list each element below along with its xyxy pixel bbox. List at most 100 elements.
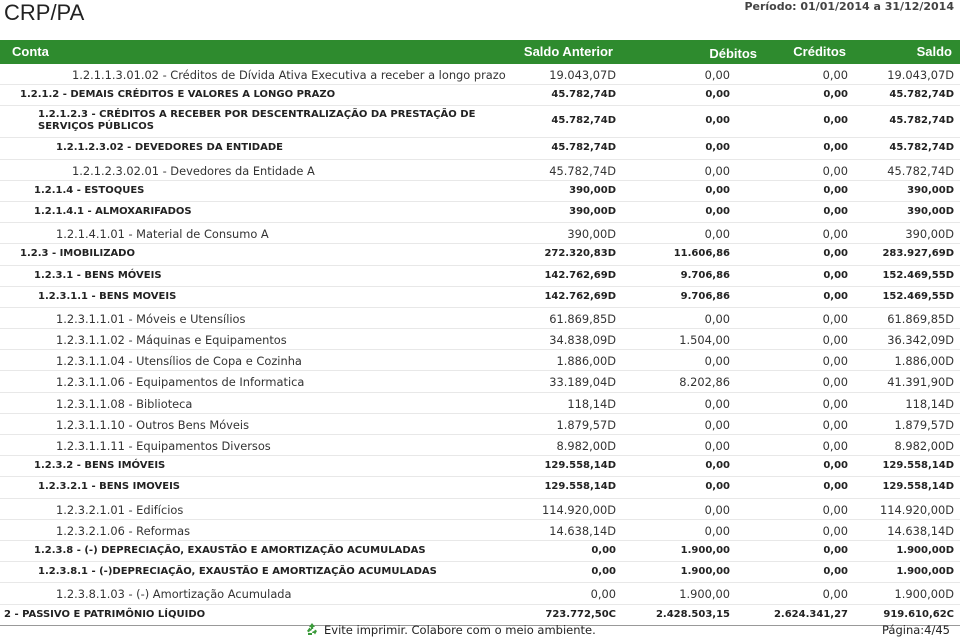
row-saldo: 1.886,00D <box>894 354 955 369</box>
row-saldo-anterior: 129.558,14D <box>544 481 616 493</box>
row-saldo-anterior: 34.838,09D <box>549 333 616 348</box>
header-debitos: Débitos <box>709 46 757 61</box>
row-account: 1.2.3.8.1 - (-)DEPRECIAÇÃO, EXAUSTÃO E A… <box>38 566 437 578</box>
row-saldo-anterior: 1.886,00D <box>556 354 617 369</box>
table-row: 1.2.1.2.3.02 - DEVEDORES DA ENTIDADE 45.7… <box>0 138 960 160</box>
row-debitos: 11.606,86 <box>673 248 730 260</box>
row-saldo: 390,00D <box>907 205 954 217</box>
table-row: 1.2.3.1.1 - BENS MOVEIS 142.762,69D 9.706,… <box>0 287 960 308</box>
row-saldo: 45.782,74D <box>889 89 954 101</box>
row-saldo: 390,00D <box>905 227 954 242</box>
table-row: 1.2.3.1 - BENS MÓVEIS 142.762,69D 9.706,86… <box>0 266 960 287</box>
table-row: 1.2.1.1.3.01.02 - Créditos de Dívida Ati… <box>0 64 960 86</box>
row-debitos: 2.428.503,15 <box>655 608 730 620</box>
row-saldo-anterior: 390,00D <box>569 184 616 196</box>
row-saldo: 45.782,74D <box>887 163 954 178</box>
row-creditos: 0,00 <box>822 439 848 453</box>
row-debitos: 0,00 <box>705 205 730 217</box>
row-saldo-anterior: 118,14D <box>567 396 616 411</box>
table-row: 1.2.3.8.1 - (-)DEPRECIAÇÃO, EXAUSTÃO E A… <box>0 562 960 584</box>
row-saldo: 45.782,74D <box>889 115 954 127</box>
row-creditos: 0,00 <box>823 269 848 281</box>
row-saldo-anterior: 390,00D <box>569 205 616 217</box>
row-saldo-anterior: 129.558,14D <box>544 460 616 472</box>
row-saldo: 129.558,14D <box>882 460 954 472</box>
row-saldo-anterior: 142.762,69D <box>544 269 616 281</box>
row-account: 1.2.3.8 - (-) DEPRECIAÇÃO, EXAUSTÃO E AM… <box>34 544 426 556</box>
row-saldo: 283.927,69D <box>882 248 954 260</box>
row-debitos: 0,00 <box>704 311 730 326</box>
row-saldo: 8.982,00D <box>894 439 955 453</box>
row-saldo: 919.610,62C <box>883 608 954 620</box>
row-creditos: 0,00 <box>823 248 848 260</box>
row-saldo: 45.782,74D <box>889 142 954 154</box>
row-debitos: 8.202,86 <box>679 375 730 390</box>
row-saldo-anterior: 14.638,14D <box>549 523 616 538</box>
table-row: 1.2.3.1.1.01 - Móveis e Utensílios 61.869… <box>0 308 960 330</box>
row-creditos: 0,00 <box>823 566 848 578</box>
row-account: 1.2.1.2.3.02 - DEVEDORES DA ENTIDADE <box>56 142 283 154</box>
row-debitos: 0,00 <box>704 68 730 82</box>
row-account: 1.2.1.2.3.02.01 - Devedores da Entidade … <box>72 163 315 178</box>
row-creditos: 0,00 <box>822 417 848 432</box>
table-header: Conta Saldo Anterior Débitos Créditos Sa… <box>0 40 960 64</box>
table-body: 1.2.1.1.3.01.02 - Créditos de Dívida Ati… <box>0 64 960 626</box>
row-saldo-anterior: 45.782,74D <box>549 163 616 178</box>
table-row: 1.2.3.2.1.01 - Edifícios 114.920,00D 0,00 0… <box>0 499 960 520</box>
row-debitos: 0,00 <box>704 417 730 432</box>
row-debitos: 1.504,00 <box>679 333 730 348</box>
row-saldo-anterior: 1.879,57D <box>556 417 617 432</box>
row-saldo: 1.900,00D <box>896 544 954 556</box>
row-saldo: 1.900,00D <box>894 587 955 602</box>
row-account: 1.2.1.4.1 - ALMOXARIFADOS <box>34 205 192 217</box>
table-row: 1.2.1.2 - DEMAIS CRÉDITOS E VALORES A LO… <box>0 85 960 107</box>
row-debitos: 0,00 <box>705 142 730 154</box>
table-row: 1.2.3.1.1.02 - Máquinas e Equipamentos 34… <box>0 329 960 351</box>
table-row: 1.2.1.4.1 - ALMOXARIFADOS 390,00D 0,00 0,00… <box>0 202 960 224</box>
row-saldo-anterior: 0,00 <box>590 587 616 602</box>
recycle-icon <box>307 623 317 635</box>
row-debitos: 0,00 <box>704 502 730 517</box>
row-creditos: 0,00 <box>823 89 848 101</box>
row-saldo-anterior: 114.920,00D <box>542 502 616 517</box>
table-row: 1.2.1.2.3.02.01 - Devedores da Entidade … <box>0 160 960 181</box>
table-row: 1.2.3.8.1.03 - (-) Amortização Acumulada… <box>0 583 960 605</box>
row-creditos: 2.624.341,27 <box>773 608 848 620</box>
table-row: 1.2.1.4.1.01 - Material de Consumo A 390,… <box>0 223 960 245</box>
row-saldo-anterior: 0,00 <box>591 544 616 556</box>
row-debitos: 0,00 <box>705 481 730 493</box>
header-conta: Conta <box>12 44 49 59</box>
row-account: 1.2.3.1.1.04 - Utensílios de Copa e Cozi… <box>56 354 302 369</box>
row-creditos: 0,00 <box>822 375 848 390</box>
row-saldo-anterior: 390,00D <box>567 227 616 242</box>
row-debitos: 9.706,86 <box>680 269 730 281</box>
row-creditos: 0,00 <box>822 333 848 348</box>
table-row: 1.2.3.8 - (-) DEPRECIAÇÃO, EXAUSTÃO E AM… <box>0 541 960 563</box>
report-period: Período: 01/01/2014 a 31/12/2014 <box>744 0 954 13</box>
row-debitos: 0,00 <box>705 115 730 127</box>
table-row: 1.2.3.1.1.08 - Biblioteca 118,14D 0,00 0,00… <box>0 393 960 414</box>
row-creditos: 0,00 <box>822 163 848 178</box>
table-row: 1.2.1.4 - ESTOQUES 390,00D 0,00 0,00 390,00D <box>0 181 960 202</box>
row-account: 1.2.3.2.1 - BENS IMOVEIS <box>38 481 181 493</box>
row-creditos: 0,00 <box>822 523 848 538</box>
report-title: CRP/PA <box>4 0 85 25</box>
row-saldo-anterior: 19.043,07D <box>549 68 616 82</box>
row-account: 1.2.3.2.1.01 - Edifícios <box>56 502 184 517</box>
table-row: 1.2.3.1.1.10 - Outros Bens Móveis 1.879,5… <box>0 414 960 435</box>
row-creditos: 0,00 <box>823 544 848 556</box>
row-saldo-anterior: 33.189,04D <box>549 375 616 390</box>
row-account: 1.2.1.4 - ESTOQUES <box>34 184 145 196</box>
row-creditos: 0,00 <box>823 184 848 196</box>
report-footer: Evite imprimir. Colabore com o meio ambi… <box>0 621 960 640</box>
row-creditos: 0,00 <box>822 68 848 82</box>
row-saldo: 1.900,00D <box>896 566 954 578</box>
row-account: 1.2.3 - IMOBILIZADO <box>20 248 135 260</box>
row-saldo-anterior: 61.869,85D <box>549 311 616 326</box>
row-account: 1.2.1.1.3.01.02 - Créditos de Dívida Ati… <box>72 68 506 82</box>
table-row: 1.2.1.2.3 - CRÉDITOS A RECEBER POR DESCE… <box>0 106 960 139</box>
row-creditos: 0,00 <box>822 502 848 517</box>
row-debitos: 0,00 <box>704 523 730 538</box>
row-debitos: 1.900,00 <box>680 566 730 578</box>
table-row: 1.2.3.2.1 - BENS IMOVEIS 129.558,14D 0,00 0… <box>0 477 960 499</box>
